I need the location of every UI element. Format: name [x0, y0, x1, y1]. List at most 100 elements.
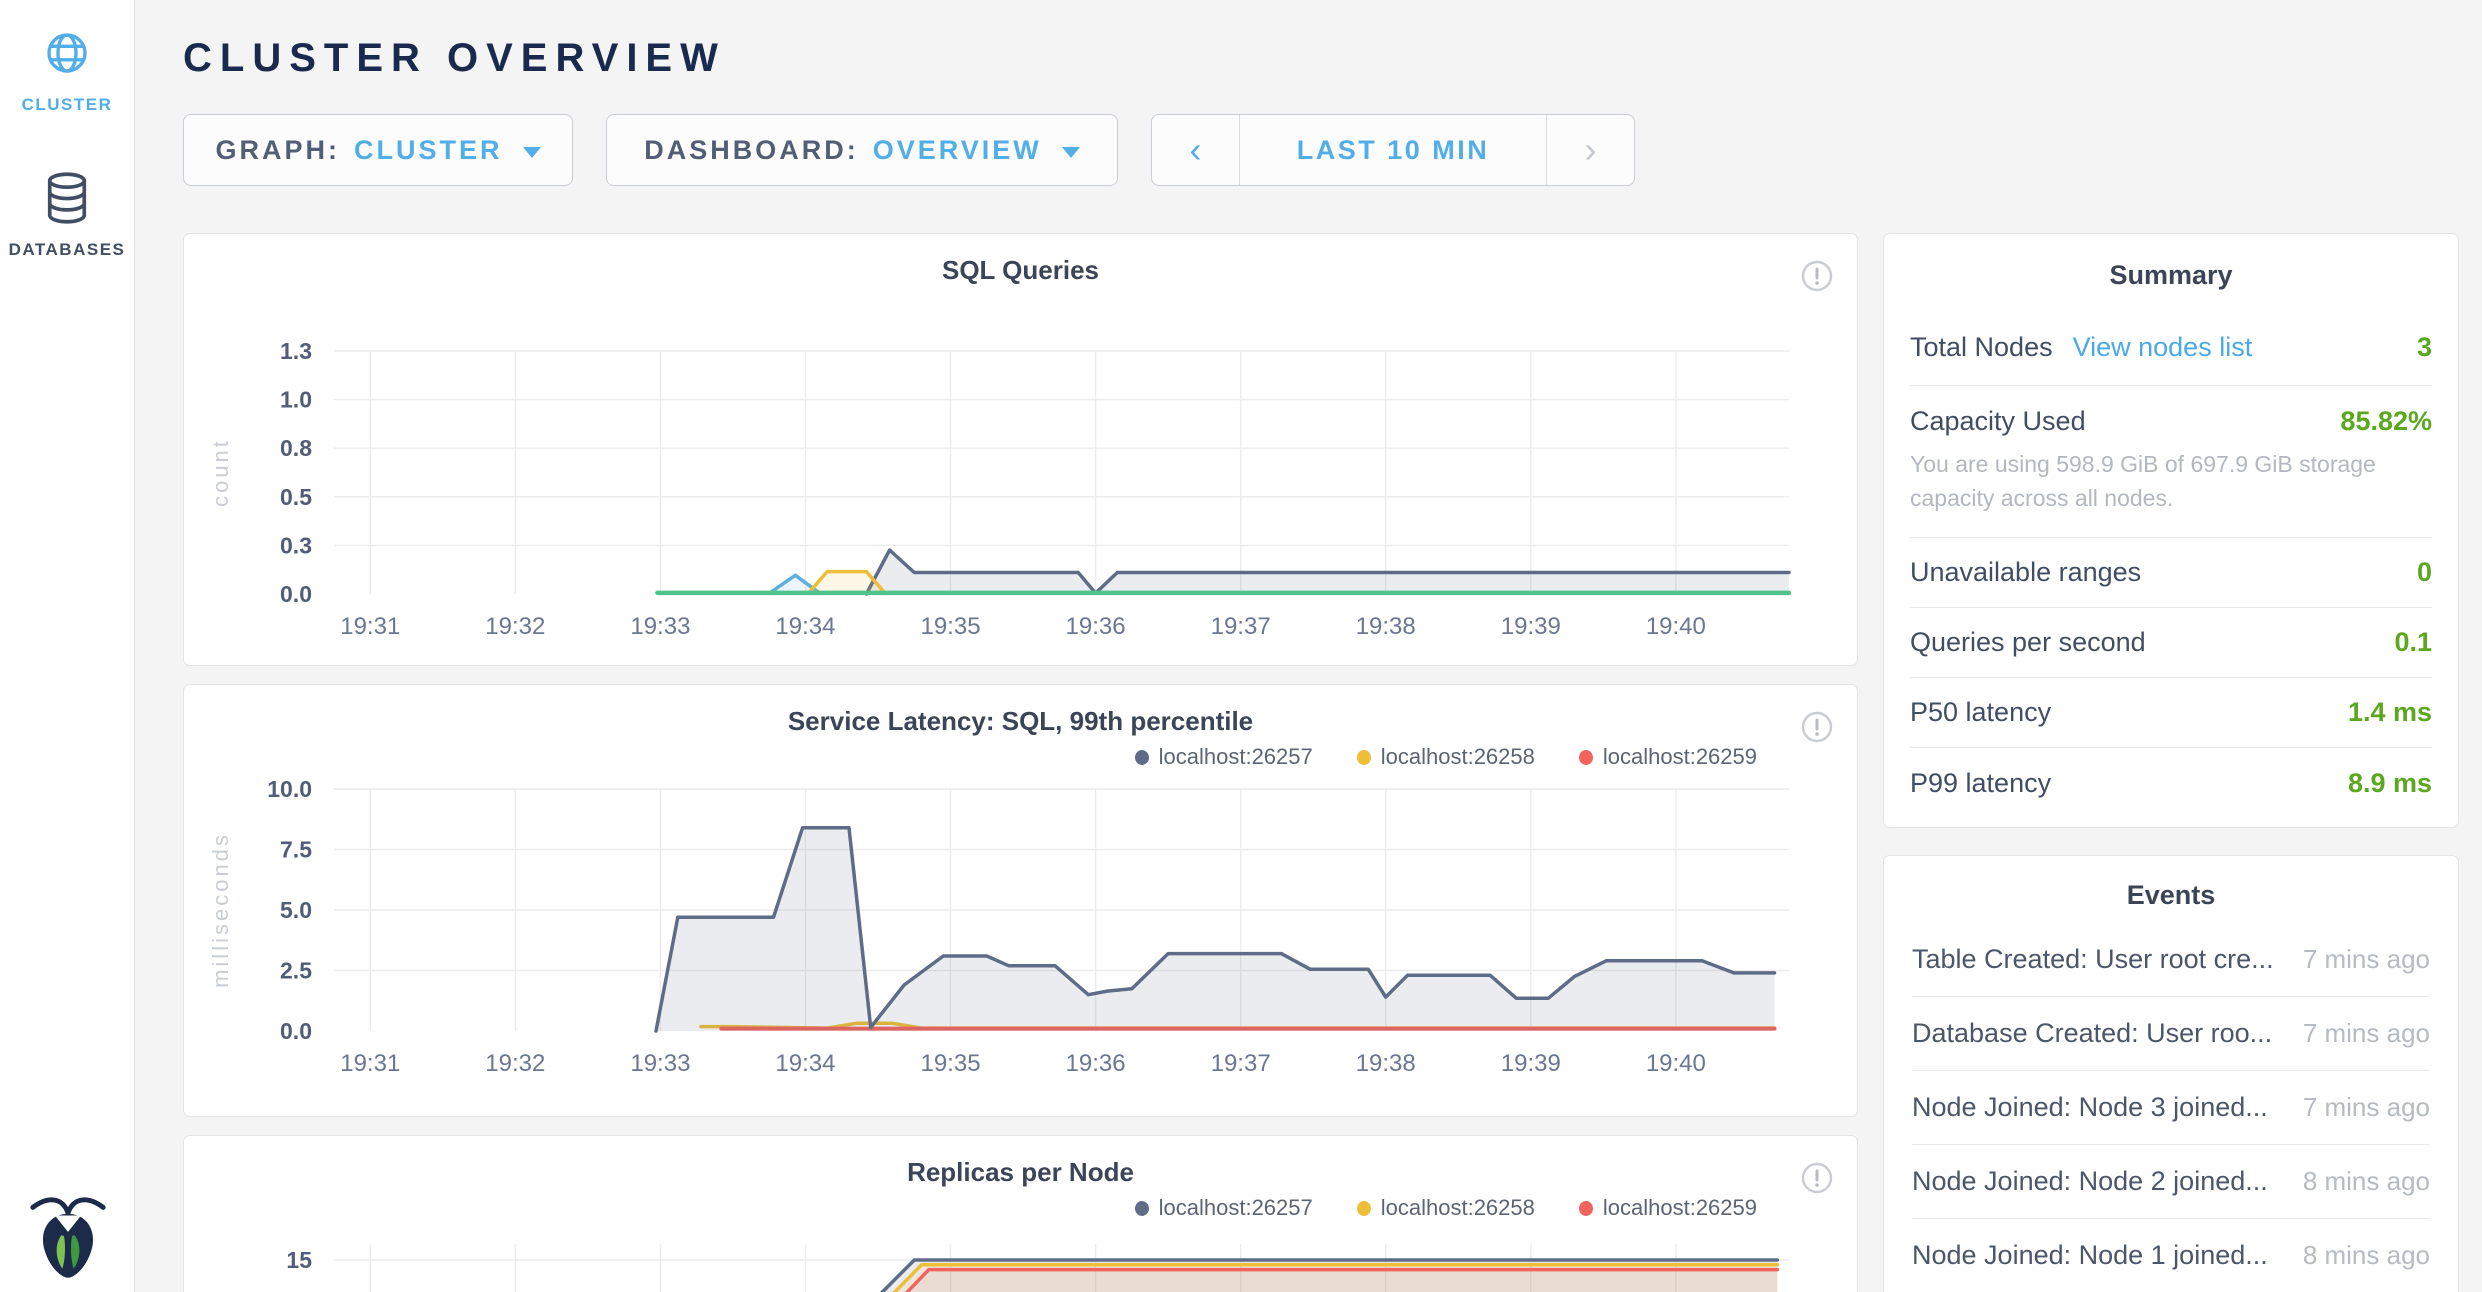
events-title: Events [1912, 880, 2430, 911]
summary-row-total-nodes: Total Nodes View nodes list 3 [1910, 310, 2432, 386]
event-text: Table Created: User root cre... [1912, 944, 2274, 975]
sidebar: CLUSTER DATABASES [0, 0, 135, 1292]
dashboard-dropdown-label: DASHBOARD: [644, 135, 859, 166]
summary-panel: Summary Total Nodes View nodes list 3 Ca… [1883, 233, 2459, 828]
y-tick-label: 0.0 [280, 581, 312, 607]
x-tick-label: 19:40 [1646, 613, 1706, 640]
chevron-down-icon [523, 147, 541, 158]
sidebar-item-label: CLUSTER [0, 95, 134, 115]
event-time: 7 mins ago [2303, 1018, 2430, 1049]
summary-label: Unavailable ranges [1910, 557, 2141, 588]
event-text: Node Joined: Node 3 joined... [1912, 1092, 2268, 1123]
time-range-next-button[interactable]: › [1546, 115, 1634, 185]
sidebar-item-databases[interactable]: DATABASES [0, 171, 134, 260]
chart-title: SQL Queries [184, 254, 1857, 286]
series-area [718, 1270, 1777, 1292]
cockroach-bug-icon [27, 1191, 109, 1281]
graph-dropdown[interactable]: GRAPH: CLUSTER [183, 114, 573, 186]
x-tick-label: 19:36 [1066, 1050, 1126, 1077]
event-time: 8 mins ago [2303, 1240, 2430, 1271]
y-tick-label: 0.8 [280, 435, 312, 461]
y-axis-label: milliseconds [208, 832, 233, 988]
graph-dropdown-value: CLUSTER [354, 135, 503, 166]
time-range-selector: ‹ LAST 10 MIN › [1151, 114, 1635, 186]
legend-label: localhost:26259 [1603, 1195, 1757, 1221]
y-tick-label: 0.5 [280, 484, 312, 510]
x-tick-label: 19:32 [485, 613, 545, 640]
legend-dot [1135, 1201, 1149, 1216]
sidebar-item-cluster[interactable]: CLUSTER [0, 0, 134, 115]
y-tick-label: 5.0 [280, 897, 312, 923]
y-tick-label: 1.3 [280, 338, 312, 364]
toolbar: GRAPH: CLUSTER DASHBOARD: OVERVIEW ‹ LAS… [183, 114, 2458, 186]
graph-dropdown-label: GRAPH: [216, 135, 341, 166]
y-tick-label: 1.0 [280, 387, 312, 413]
y-tick-label: 15 [286, 1247, 312, 1273]
legend-item[interactable]: localhost:26257 [1135, 1196, 1313, 1220]
summary-label: P99 latency [1910, 768, 2051, 799]
cockroach-logo[interactable] [0, 1191, 135, 1286]
replicas-per-node-panel: Replicas per Node localhost:26257localho… [183, 1135, 1858, 1292]
series-area [808, 572, 885, 594]
event-row[interactable]: Node Joined: Node 3 joined... 7 mins ago [1912, 1071, 2430, 1145]
legend-item[interactable]: localhost:26257 [1135, 745, 1313, 769]
x-tick-label: 19:38 [1356, 613, 1416, 640]
summary-row-unavailable-ranges: Unavailable ranges 0 [1910, 538, 2432, 608]
y-tick-label: 0.3 [280, 532, 312, 558]
x-tick-label: 19:35 [920, 1050, 980, 1077]
event-row[interactable]: Database Created: User roo... 7 mins ago [1912, 997, 2430, 1071]
summary-value: 0 [2417, 557, 2432, 588]
database-icon [41, 171, 93, 225]
x-tick-label: 19:33 [630, 1050, 690, 1077]
x-tick-label: 19:36 [1066, 613, 1126, 640]
series-area [656, 828, 1775, 1031]
summary-label: Queries per second [1910, 627, 2146, 658]
event-text: Node Joined: Node 2 joined... [1912, 1166, 2268, 1197]
summary-column: Summary Total Nodes View nodes list 3 Ca… [1883, 233, 2459, 1292]
info-icon[interactable] [1801, 260, 1833, 292]
summary-value: 85.82% [2340, 406, 2432, 437]
event-row[interactable]: Node Joined: Node 1 joined... 8 mins ago [1912, 1219, 2430, 1292]
legend-item[interactable]: localhost:26259 [1579, 1196, 1757, 1220]
legend-item[interactable]: localhost:26258 [1357, 1196, 1535, 1220]
sql-queries-panel: SQL Queries 19:3119:3219:3319:3419:3519:… [183, 233, 1858, 666]
sidebar-item-label: DATABASES [0, 240, 134, 260]
summary-row-p99-latency: P99 latency 8.9 ms [1910, 748, 2432, 818]
legend-item[interactable]: localhost:26259 [1579, 745, 1757, 769]
event-row[interactable]: Node Joined: Node 2 joined... 8 mins ago [1912, 1145, 2430, 1219]
y-tick-label: 7.5 [280, 837, 312, 863]
x-tick-label: 19:39 [1501, 613, 1561, 640]
y-tick-label: 10.0 [267, 779, 312, 802]
dashboard-grid: SQL Queries 19:3119:3219:3319:3419:3519:… [183, 233, 2458, 1292]
dashboard-dropdown[interactable]: DASHBOARD: OVERVIEW [606, 114, 1118, 186]
x-tick-label: 19:37 [1211, 1050, 1271, 1077]
summary-label: P50 latency [1910, 697, 2051, 728]
service-latency-chart: 19:3119:3219:3319:3419:3519:3619:3719:38… [184, 779, 1859, 1094]
service-latency-panel: Service Latency: SQL, 99th percentile lo… [183, 684, 1858, 1117]
capacity-subtext: You are using 598.9 GiB of 697.9 GiB sto… [1910, 447, 2432, 515]
time-range-prev-button[interactable]: ‹ [1152, 115, 1240, 185]
info-icon[interactable] [1801, 711, 1833, 743]
x-tick-label: 19:34 [775, 613, 835, 640]
summary-row-capacity-used: Capacity Used 85.82% You are using 598.9… [1910, 386, 2432, 538]
view-nodes-list-link[interactable]: View nodes list [2073, 332, 2253, 363]
event-text: Database Created: User roo... [1912, 1018, 2272, 1049]
charts-column: SQL Queries 19:3119:3219:3319:3419:3519:… [183, 233, 1858, 1292]
x-tick-label: 19:32 [485, 1050, 545, 1077]
x-tick-label: 19:34 [775, 1050, 835, 1077]
event-row[interactable]: Table Created: User root cre... 7 mins a… [1912, 923, 2430, 997]
x-tick-label: 19:40 [1646, 1050, 1706, 1077]
legend-label: localhost:26259 [1603, 744, 1757, 770]
summary-label: Capacity Used [1910, 406, 2086, 437]
x-tick-label: 19:33 [630, 613, 690, 640]
legend-item[interactable]: localhost:26258 [1357, 745, 1535, 769]
summary-value: 3 [2417, 332, 2432, 363]
summary-label: Total Nodes [1910, 332, 2053, 363]
info-icon[interactable] [1801, 1162, 1833, 1194]
legend-label: localhost:26258 [1381, 744, 1535, 770]
sql-queries-chart: 19:3119:3219:3319:3419:3519:3619:3719:38… [184, 300, 1859, 650]
chevron-down-icon [1062, 147, 1080, 158]
time-range-label[interactable]: LAST 10 MIN [1240, 115, 1546, 185]
events-panel: Events Table Created: User root cre... 7… [1883, 855, 2459, 1292]
legend-label: localhost:26257 [1159, 1195, 1313, 1221]
